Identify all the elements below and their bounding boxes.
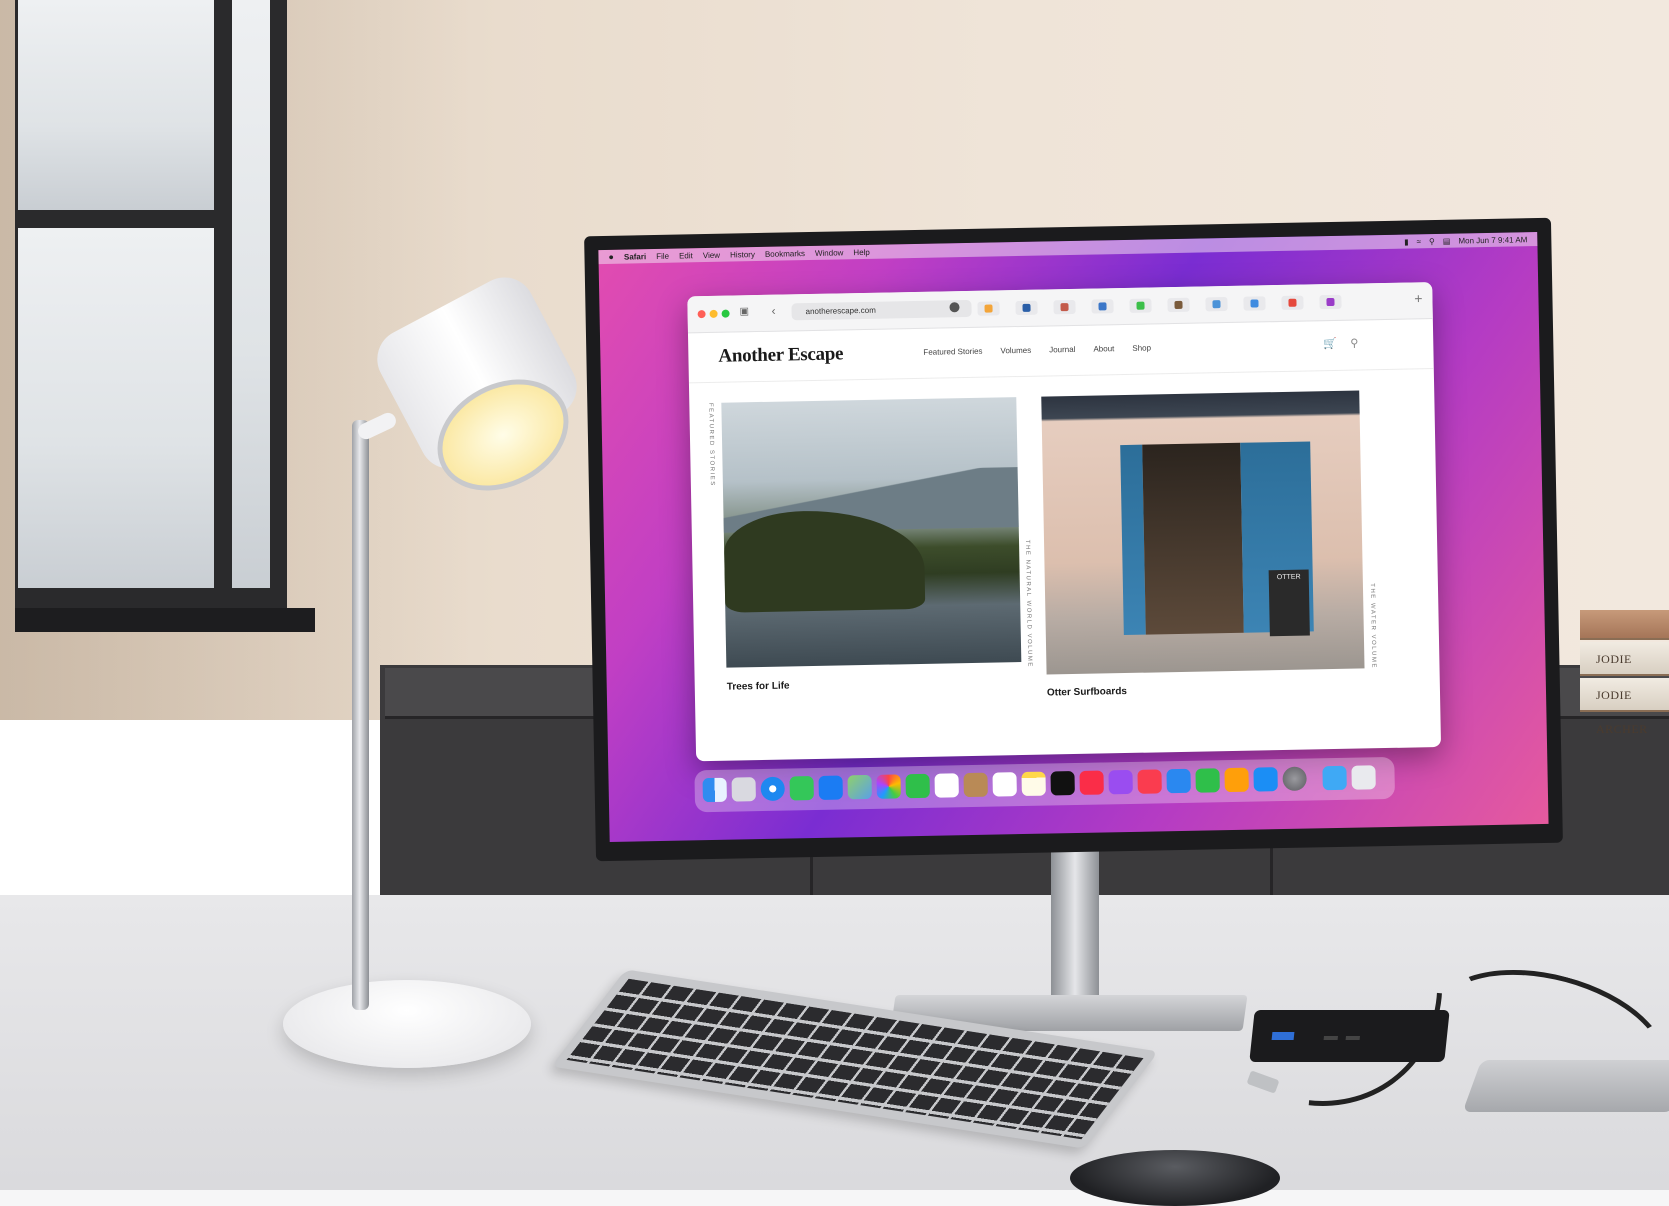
new-tab-icon[interactable]: + <box>1414 290 1422 306</box>
story-image-trees[interactable] <box>721 397 1022 668</box>
menu-edit[interactable]: Edit <box>679 251 693 260</box>
launchpad-icon[interactable] <box>731 777 756 802</box>
tab-favicon[interactable] <box>1015 300 1038 316</box>
app-store-icon[interactable] <box>1253 767 1278 792</box>
window-sill <box>15 608 315 632</box>
music-icon[interactable] <box>1079 770 1104 795</box>
pages-icon[interactable] <box>1224 767 1249 793</box>
cart-icon[interactable]: 🛒 <box>1323 337 1337 350</box>
monitor-stand <box>1051 845 1099 1000</box>
tab-favicon[interactable] <box>1205 297 1228 312</box>
story-caption[interactable]: Trees for Life <box>727 680 790 692</box>
monitor: ● Safari File Edit View History Bookmark… <box>584 217 1563 862</box>
window-pane-right <box>232 0 270 588</box>
site-logo[interactable]: Another Escape <box>718 343 843 367</box>
window-pane-bottom-left <box>18 228 214 588</box>
safari-icon[interactable] <box>760 776 785 802</box>
photos-icon[interactable] <box>876 774 901 799</box>
menu-history[interactable]: History <box>730 250 755 259</box>
menu-bar: ● Safari File Edit View History Bookmark… <box>598 232 1538 265</box>
usb-hub <box>1249 1010 1450 1062</box>
menu-window[interactable]: Window <box>815 248 844 258</box>
apple-menu-icon[interactable]: ● <box>608 252 614 262</box>
nav-volumes[interactable]: Volumes <box>1000 346 1031 356</box>
desk-edge <box>0 1190 1669 1206</box>
messages-icon[interactable] <box>789 776 814 801</box>
trash-icon[interactable] <box>1351 765 1376 790</box>
news-icon[interactable] <box>1137 769 1162 794</box>
tab-favicon[interactable] <box>1129 298 1152 313</box>
workshop-interior <box>1142 442 1244 635</box>
nav-journal[interactable]: Journal <box>1049 345 1075 355</box>
zoom-button[interactable] <box>721 309 730 318</box>
minimize-button[interactable] <box>709 309 718 318</box>
tab-favicon[interactable] <box>1243 296 1266 311</box>
nav-about[interactable]: About <box>1093 344 1114 353</box>
wifi-icon[interactable]: ≈ <box>1417 237 1422 246</box>
menu-view[interactable]: View <box>703 250 720 259</box>
close-button[interactable] <box>697 310 706 319</box>
book <box>1580 610 1669 640</box>
safari-window: ▣ ‹ anotherescape.com + Another Escape F… <box>687 282 1442 762</box>
menu-file[interactable]: File <box>656 251 669 260</box>
story-caption[interactable]: Otter Surfboards <box>1047 686 1127 699</box>
menu-help[interactable]: Help <box>853 247 870 256</box>
facetime-icon[interactable] <box>905 773 930 799</box>
laptop <box>1462 1060 1669 1112</box>
numbers-icon[interactable] <box>1195 768 1220 793</box>
app-menu[interactable]: Safari <box>624 252 646 261</box>
contacts-icon[interactable] <box>963 772 988 798</box>
menu-bookmarks[interactable]: Bookmarks <box>765 249 805 259</box>
back-arrow-icon[interactable]: ‹ <box>771 304 775 318</box>
lamp-pole <box>352 420 369 1010</box>
reminders-icon[interactable] <box>992 772 1017 797</box>
mail-icon[interactable] <box>818 775 843 800</box>
story-volume-label: THE NATURAL WORLD VOLUME <box>1023 539 1033 668</box>
search-icon[interactable]: ⚲ <box>1350 336 1358 349</box>
notes-icon[interactable] <box>1021 771 1046 797</box>
control-center-icon[interactable]: ▤ <box>1443 236 1451 245</box>
finder-icon[interactable] <box>702 777 727 803</box>
usb-port <box>1345 1036 1360 1040</box>
story-volume-label: THE WATER VOLUME <box>1368 583 1377 669</box>
nav-shop[interactable]: Shop <box>1132 343 1151 352</box>
lamp-base <box>283 980 531 1068</box>
tab-favicon[interactable] <box>1167 297 1190 313</box>
battery-icon[interactable]: ▮ <box>1404 237 1409 246</box>
address-bar[interactable]: anotherescape.com <box>791 299 972 321</box>
tab-favicon[interactable] <box>1091 299 1114 314</box>
tab-favicon[interactable] <box>1281 295 1304 310</box>
story-image-otter[interactable]: OTTER <box>1041 390 1365 675</box>
tv-icon[interactable] <box>1050 771 1075 796</box>
sidebar-toggle-icon[interactable]: ▣ <box>739 306 749 317</box>
desktop-screen: ● Safari File Edit View History Bookmark… <box>598 232 1549 842</box>
spotlight-icon[interactable]: ⚲ <box>1429 237 1435 246</box>
nav-featured-stories[interactable]: Featured Stories <box>923 347 982 357</box>
url-text: anotherescape.com <box>805 305 876 317</box>
dock <box>694 756 1396 813</box>
tab-favicon[interactable] <box>1319 294 1342 310</box>
sign-text: OTTER <box>1276 573 1301 582</box>
tab-favicon[interactable] <box>1053 299 1076 315</box>
window-pane-top-left <box>18 0 214 210</box>
book-spine: JODIE ARCHER <box>1580 642 1669 700</box>
podcasts-icon[interactable] <box>1108 769 1133 795</box>
downloads-folder-icon[interactable] <box>1322 765 1347 791</box>
tab-favicon[interactable] <box>977 301 1000 316</box>
calendar-icon[interactable] <box>934 773 959 798</box>
mouse <box>1070 1150 1280 1206</box>
keynote-icon[interactable] <box>1166 768 1191 794</box>
maps-icon[interactable] <box>847 774 872 800</box>
lamp-head <box>366 266 588 513</box>
chalkboard-sign: OTTER <box>1268 569 1310 637</box>
featured-stories-label: FEATURED STORIES <box>707 402 715 487</box>
book-spine: JODIE ARCHER <box>1580 678 1669 736</box>
usb-port <box>1271 1032 1295 1040</box>
usb-port <box>1323 1036 1338 1040</box>
site-nav: Featured Stories Volumes Journal About S… <box>923 343 1169 357</box>
system-preferences-icon[interactable] <box>1282 766 1307 792</box>
workspace-scene: JODIE ARCHER JODIE ARCHER ● Safari File … <box>0 0 1669 1206</box>
menu-clock[interactable]: Mon Jun 7 9:41 AM <box>1458 235 1527 245</box>
